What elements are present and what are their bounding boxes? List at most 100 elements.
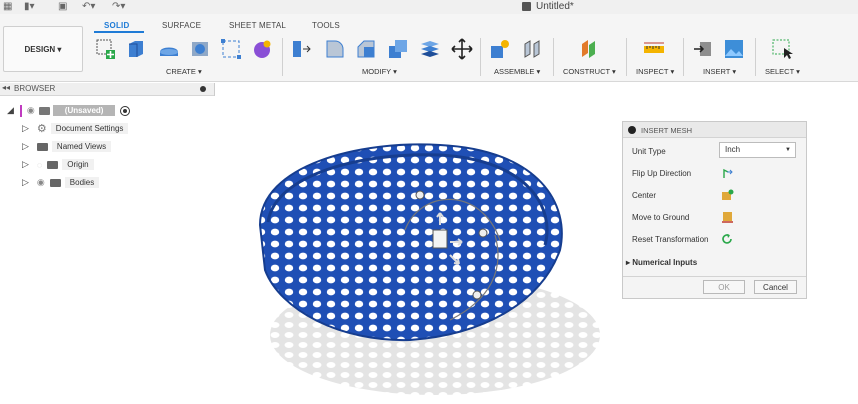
gear-icon: ⚙ (36, 123, 47, 135)
insert-derive-icon[interactable] (692, 38, 714, 60)
browser-header: ◂◂ BROWSER (0, 83, 214, 96)
grid-icon[interactable]: ▦ (3, 1, 12, 13)
panel-divider (214, 83, 215, 96)
toolbar-divider (553, 38, 554, 76)
collapse-dialog-icon[interactable] (628, 126, 636, 134)
form-icon[interactable] (251, 38, 273, 60)
move-to-ground-label: Move to Ground (632, 213, 690, 222)
eye-icon[interactable]: ◉ (27, 105, 35, 116)
tab-sheet-metal[interactable]: SHEET METAL (229, 21, 286, 30)
move-icon[interactable] (451, 38, 473, 60)
unit-type-value: Inch (725, 145, 741, 154)
chevron-down-icon: ▼ (785, 147, 791, 153)
tree-item-label: Bodies (64, 177, 100, 188)
root-label: (Unsaved) (52, 105, 116, 116)
tree-item-label: Origin (62, 159, 94, 170)
save-icon[interactable]: ▣ (58, 1, 67, 13)
reset-transformation-label: Reset Transformation (632, 235, 709, 244)
press-pull-icon[interactable] (290, 38, 312, 60)
cancel-button[interactable]: Cancel (754, 280, 797, 294)
app-window: { "window": { "title": "Untitled*" }, "t… (0, 0, 858, 404)
dialog-footer-divider (623, 276, 806, 277)
joint-icon[interactable] (521, 38, 543, 60)
tree-root[interactable]: ◢ ◉ (Unsaved) (7, 104, 131, 117)
expand-icon[interactable]: ▷ (22, 123, 29, 134)
expand-icon[interactable]: ▷ (22, 141, 29, 152)
dialog-title: INSERT MESH (641, 126, 692, 135)
revolve-icon[interactable] (158, 38, 180, 60)
toolbar-divider (626, 38, 627, 76)
window-title: Untitled* (536, 1, 574, 12)
tab-surface[interactable]: SURFACE (162, 21, 201, 30)
tab-tools[interactable]: TOOLS (312, 21, 340, 30)
tree-item-bodies[interactable]: ▷ ◉ Bodies (22, 176, 100, 189)
toolbar-divider (282, 38, 283, 76)
offset-plane-icon[interactable] (578, 38, 600, 60)
activate-radio[interactable] (120, 105, 131, 116)
ribbon-toolbar: DESIGN ▾ SOLID SURFACE SHEET METAL TOOLS… (0, 14, 858, 82)
fillet-icon[interactable] (324, 38, 346, 60)
create-menu[interactable]: CREATE ▾ (166, 67, 202, 76)
folder-icon (49, 178, 61, 187)
tree-item-document-settings[interactable]: ▷ ⚙ Document Settings (22, 122, 129, 135)
redo-icon[interactable]: ↷▾ (112, 1, 125, 13)
insert-mesh-dialog: INSERT MESH Unit Type Inch ▼ Flip Up Dir… (622, 121, 807, 299)
modify-menu[interactable]: MODIFY ▾ (362, 67, 397, 76)
document-icon (38, 106, 50, 115)
rectangular-pattern-icon[interactable] (220, 38, 242, 60)
create-sketch-icon[interactable] (95, 38, 117, 60)
collapse-icon[interactable]: ◂◂ (2, 83, 10, 92)
select-menu[interactable]: SELECT ▾ (765, 67, 800, 76)
toolbar-divider (480, 38, 481, 76)
undo-icon[interactable]: ↶▾ (82, 1, 95, 13)
cube-icon (522, 2, 531, 11)
tree-item-label: Document Settings (50, 123, 129, 134)
unit-type-select[interactable]: Inch ▼ (719, 142, 796, 158)
ok-button[interactable]: OK (703, 280, 745, 294)
flip-up-label: Flip Up Direction (632, 169, 692, 178)
move-to-ground-icon[interactable] (721, 211, 734, 223)
select-window-icon[interactable] (771, 38, 793, 60)
measure-icon[interactable] (643, 38, 665, 60)
tree-item-named-views[interactable]: ▷ Named Views (22, 140, 112, 153)
active-tab-indicator (94, 31, 144, 33)
expand-icon[interactable]: ▷ (22, 159, 29, 170)
toolbar-divider (755, 38, 756, 76)
expand-root-icon[interactable]: ◢ (7, 105, 14, 116)
new-component-icon[interactable] (489, 38, 511, 60)
insert-menu[interactable]: INSERT ▾ (703, 67, 736, 76)
center-label: Center (632, 191, 657, 200)
dialog-header: INSERT MESH (623, 122, 806, 138)
workspace-dropdown[interactable]: DESIGN ▾ (3, 26, 83, 72)
insert-image-icon[interactable] (723, 38, 745, 60)
root-marker (19, 104, 22, 117)
title-bar: ▦ ▮▾ ▣ ↶▾ ↷▾ Untitled* (0, 0, 858, 14)
minimize-icon[interactable] (200, 86, 206, 92)
toolbar-divider (683, 38, 684, 76)
shell-icon[interactable] (387, 38, 409, 60)
inspect-menu[interactable]: INSPECT ▾ (636, 67, 674, 76)
eye-icon[interactable]: ◉ (37, 177, 45, 188)
numerical-inputs-label: Numerical Inputs (632, 258, 698, 267)
construct-menu[interactable]: CONSTRUCT ▾ (563, 67, 616, 76)
combine-icon[interactable] (419, 38, 441, 60)
file-icon[interactable]: ▮▾ (24, 1, 35, 13)
tree-item-label: Named Views (51, 141, 112, 152)
assemble-menu[interactable]: ASSEMBLE ▾ (494, 67, 540, 76)
reset-icon[interactable] (721, 233, 734, 245)
tab-solid[interactable]: SOLID (104, 21, 129, 30)
folder-icon (47, 160, 59, 169)
chamfer-icon[interactable] (355, 38, 377, 60)
eye-hidden-icon[interactable]: ◌ (37, 160, 42, 170)
tree-item-origin[interactable]: ▷ ◌ Origin (22, 158, 94, 171)
mesh-bowl-model[interactable] (240, 130, 610, 398)
expand-icon[interactable]: ▷ (22, 177, 29, 188)
numerical-inputs-toggle[interactable]: ▸ Numerical Inputs (626, 258, 697, 267)
unit-type-label: Unit Type (632, 147, 666, 156)
flip-up-icon[interactable] (721, 167, 734, 179)
hole-icon[interactable] (189, 38, 211, 60)
center-icon[interactable] (721, 189, 734, 201)
extrude-icon[interactable] (125, 38, 147, 60)
folder-icon (36, 142, 48, 151)
browser-title: BROWSER (14, 84, 56, 93)
